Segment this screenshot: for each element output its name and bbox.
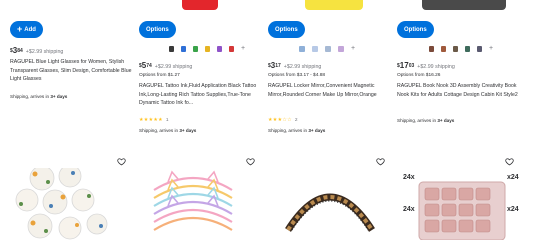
swatch[interactable]: [205, 45, 210, 52]
product-title[interactable]: RAGUPEL Book Nook 3D Assembly Creativity…: [397, 82, 521, 99]
product-title[interactable]: RAGUPEL Blue Light Glasses for Women, St…: [10, 58, 134, 84]
product-card[interactable]: + Add $3 84 +$2.99 shipping RAGUPEL Blue …: [7, 0, 134, 140]
product-image[interactable]: [182, 0, 218, 10]
swatch[interactable]: [169, 45, 174, 52]
color-swatches: +: [299, 45, 355, 52]
product-card[interactable]: Options + $17 03 +$2.99 shipping Options …: [394, 0, 521, 140]
star-icon: ★★★☆☆: [268, 117, 292, 123]
heart-icon[interactable]: [117, 157, 126, 166]
product-title[interactable]: RAGUPEL Tattoo Ink,Fluid Application Bla…: [139, 82, 263, 108]
delivery-info: Shipping, arrives in 3+ days: [10, 94, 68, 99]
star-icon: ★★★★★: [139, 117, 163, 123]
product-card[interactable]: Options + $3 17 +$2.99 shipping Options f…: [265, 0, 392, 140]
swatch[interactable]: [429, 45, 434, 52]
swatch[interactable]: [453, 45, 458, 52]
options-from: Options from $1.27: [139, 73, 180, 78]
swatch[interactable]: [312, 45, 318, 52]
swatch[interactable]: [181, 45, 186, 52]
shipping-cost: +$2.99 shipping: [154, 64, 193, 70]
delivery-info: Shipping, arrives in 3+ days: [268, 128, 326, 133]
more-swatches[interactable]: +: [241, 45, 245, 52]
swatch[interactable]: [299, 45, 305, 52]
tray-label: x24: [507, 206, 519, 213]
swatch[interactable]: [325, 45, 331, 52]
tray-label: 24x: [403, 174, 415, 181]
add-to-cart-button[interactable]: + Add: [10, 21, 43, 38]
tray-label: 24x: [403, 206, 415, 213]
product-image[interactable]: [15, 168, 115, 240]
rating: ★★★★★ 1: [139, 117, 169, 124]
color-swatches: +: [429, 45, 493, 52]
options-button[interactable]: Options: [139, 21, 176, 38]
plus-icon: +: [17, 24, 23, 34]
shipping-cost: +$2.99 shipping: [417, 64, 455, 70]
product-image[interactable]: [422, 0, 506, 10]
color-swatches: +: [169, 45, 245, 52]
shipping-cost: +$2.99 shipping: [25, 49, 64, 55]
more-swatches[interactable]: +: [351, 45, 355, 52]
product-image[interactable]: 24x x24 24x x24: [401, 168, 523, 240]
swatch[interactable]: [338, 45, 344, 52]
rating: ★★★☆☆ 2: [268, 117, 298, 124]
tray-label: x24: [507, 174, 519, 181]
price: $3 17 +$2.99 shipping: [268, 61, 322, 71]
swatch[interactable]: [441, 45, 446, 52]
heart-icon[interactable]: [376, 157, 385, 166]
shipping-cost: +$2.99 shipping: [283, 64, 322, 70]
swatch[interactable]: [465, 45, 470, 52]
delivery-info: Shipping, arrives in 3+ days: [397, 118, 455, 123]
heart-icon[interactable]: [505, 157, 514, 166]
options-button[interactable]: Options: [268, 21, 305, 38]
delivery-info: Shipping, arrives in 3+ days: [139, 128, 197, 133]
more-swatches[interactable]: +: [489, 45, 493, 52]
heart-icon[interactable]: [246, 157, 255, 166]
swatch[interactable]: [477, 45, 482, 52]
options-from: Options from $3.17 - $4.88: [268, 73, 326, 78]
product-image[interactable]: [150, 168, 236, 240]
swatch[interactable]: [193, 45, 198, 52]
product-image[interactable]: [305, 0, 363, 10]
swatch[interactable]: [217, 45, 222, 52]
product-card[interactable]: Options + $5 74 +$2.99 shipping Options f…: [136, 0, 263, 140]
product-grid: + Add $3 84 +$2.99 shipping RAGUPEL Blue …: [0, 0, 540, 240]
swatch[interactable]: [229, 45, 234, 52]
options-from: Options from $16.26: [397, 73, 441, 78]
product-title[interactable]: RAGUPEL Locker Mirror,Convenient Magneti…: [268, 82, 392, 99]
options-button[interactable]: Options: [397, 21, 434, 38]
price: $5 74 +$2.99 shipping: [139, 61, 193, 71]
product-image[interactable]: [282, 168, 378, 240]
price: $17 03 +$2.99 shipping: [397, 61, 455, 71]
price: $3 84 +$2.99 shipping: [10, 46, 64, 56]
